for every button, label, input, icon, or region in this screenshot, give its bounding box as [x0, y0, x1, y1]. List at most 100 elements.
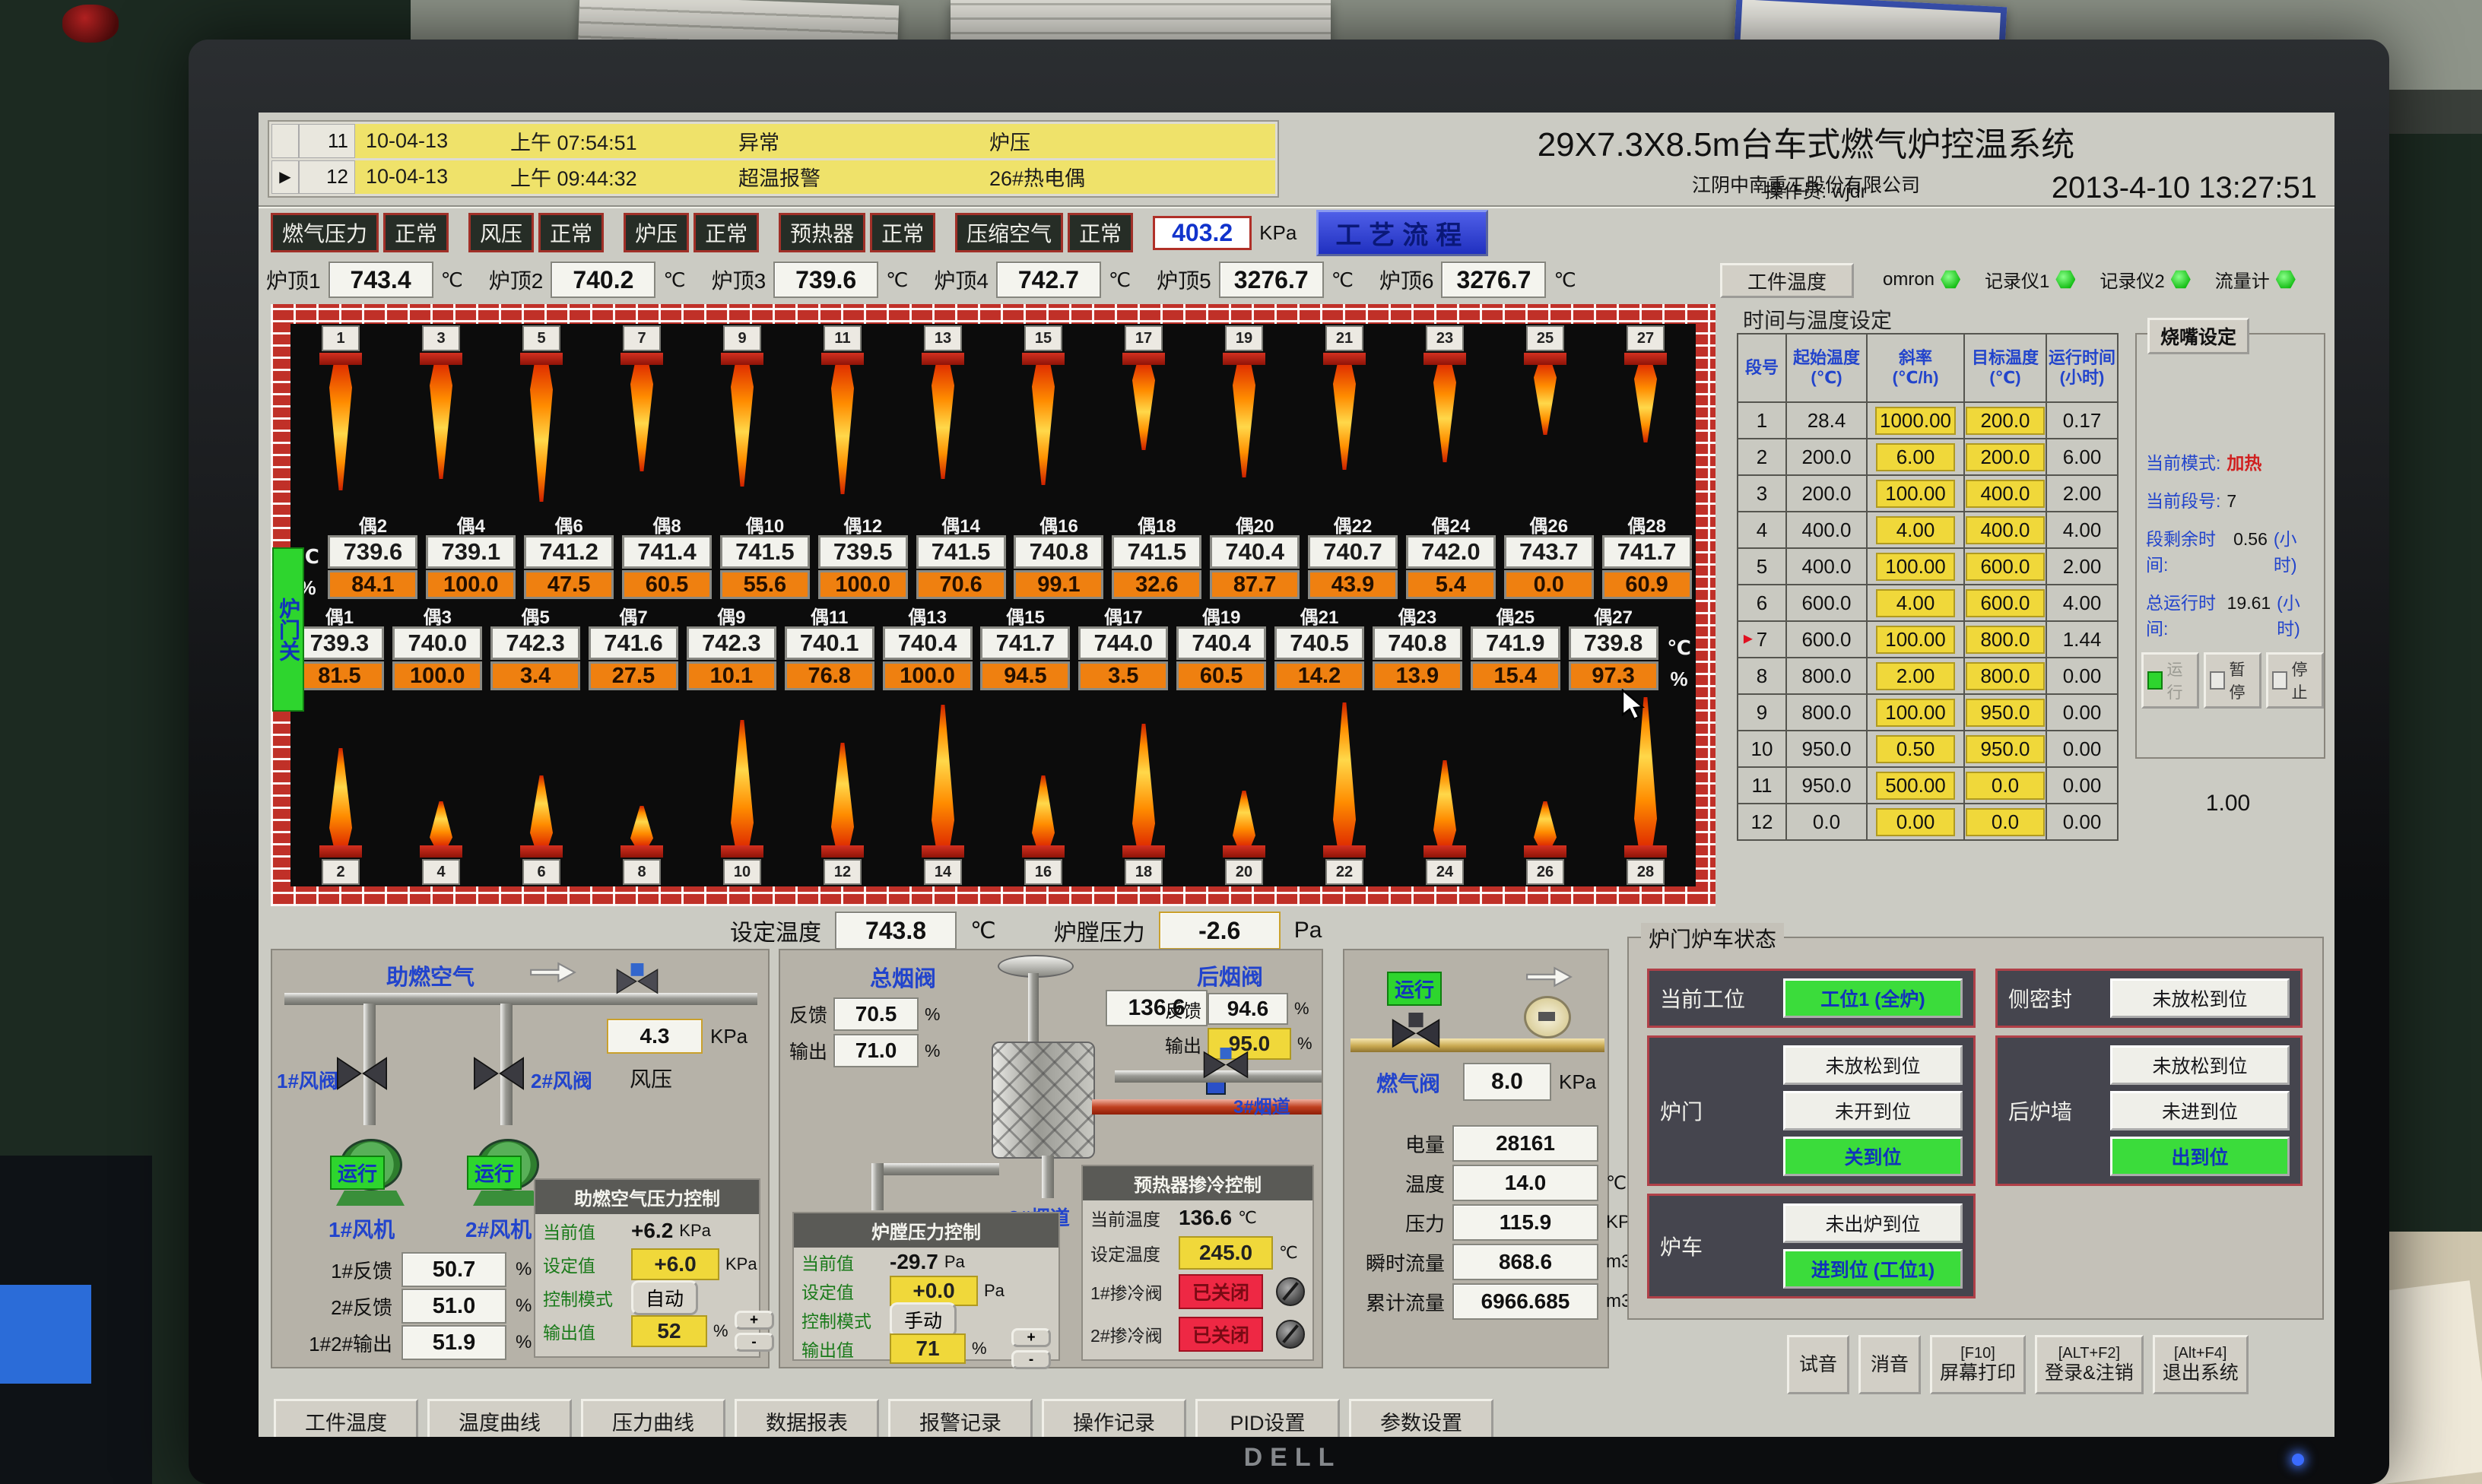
- decrease-button[interactable]: -: [1011, 1350, 1051, 1369]
- burner-stop-button[interactable]: 停止: [2266, 652, 2324, 709]
- schedule-slope-cell: 100.00: [1867, 621, 1964, 658]
- slope-value[interactable]: 4.00: [1876, 589, 1955, 617]
- nav-button[interactable]: 参数设置: [1349, 1399, 1493, 1437]
- burner-run-button[interactable]: 运行: [2141, 652, 2199, 709]
- alarm-row[interactable]: 1110-04-13上午 07:54:51异常炉压: [271, 124, 1275, 158]
- slope-value[interactable]: 100.00: [1876, 553, 1955, 581]
- roof-temp-value: 3276.7: [1219, 262, 1324, 298]
- sound-button[interactable]: 消音: [1858, 1335, 1921, 1394]
- slope-value[interactable]: 2.00: [1876, 662, 1955, 690]
- target-value[interactable]: 200.0: [1966, 443, 2045, 471]
- main-flue-output: 输出 71.0 %: [789, 1034, 940, 1067]
- slope-value[interactable]: 100.00: [1876, 699, 1955, 727]
- workpiece-temp-button[interactable]: 工件温度: [1720, 263, 1854, 298]
- slope-value[interactable]: 6.00: [1876, 443, 1955, 471]
- thermocouple: 偶21740.514.2: [1271, 604, 1369, 695]
- thermocouple-percent: 10.1: [687, 661, 776, 690]
- target-value[interactable]: 950.0: [1966, 735, 2045, 763]
- burner-nozzle-icon: [1624, 353, 1667, 365]
- target-value[interactable]: 400.0: [1966, 480, 2045, 508]
- target-value[interactable]: 800.0: [1966, 662, 2045, 690]
- schedule-row[interactable]: 11950.0500.000.00.00: [1738, 767, 2118, 804]
- sound-button[interactable]: [F10]屏幕打印: [1930, 1335, 2026, 1394]
- schedule-row[interactable]: 3200.0100.00400.02.00: [1738, 475, 2118, 512]
- flame-icon: [1333, 365, 1356, 470]
- valve-knob-icon[interactable]: [1276, 1277, 1305, 1306]
- burner-settings-button[interactable]: 烧嘴设定: [2147, 318, 2249, 354]
- sound-button[interactable]: [Alt+F4]退出系统: [2153, 1335, 2249, 1394]
- nav-button[interactable]: 操作记录: [1042, 1399, 1186, 1437]
- schedule-row[interactable]: 120.00.000.00.00: [1738, 804, 2118, 840]
- valve-knob-icon[interactable]: [1276, 1320, 1305, 1349]
- roof-temp: 炉顶3739.6℃: [712, 262, 909, 298]
- thermocouple-label: 偶23: [1398, 604, 1437, 626]
- mode-button[interactable]: 手动: [890, 1302, 957, 1337]
- flame-icon: [329, 748, 352, 845]
- nav-button[interactable]: PID设置: [1195, 1399, 1340, 1437]
- thermocouple-label: 偶5: [521, 604, 549, 626]
- burner-top: 15: [993, 324, 1093, 512]
- status-dot-icon: [2276, 270, 2296, 290]
- thermocouple-label: 偶16: [1039, 512, 1078, 535]
- set-value[interactable]: +0.0: [890, 1276, 978, 1306]
- gas-pipe: [1350, 1038, 1604, 1052]
- schedule-slope-cell: 4.00: [1867, 585, 1964, 621]
- alarm-row[interactable]: ▶1210-04-13上午 09:44:32超温报警26#热电偶: [271, 160, 1275, 195]
- slope-value[interactable]: 4.00: [1876, 516, 1955, 544]
- schedule-row[interactable]: 10950.00.50950.00.00: [1738, 731, 2118, 767]
- slope-value[interactable]: 0.00: [1876, 808, 1955, 836]
- schedule-row[interactable]: 2200.06.00200.06.00: [1738, 439, 2118, 475]
- schedule-row[interactable]: 9800.0100.00950.00.00: [1738, 694, 2118, 731]
- schedule-row[interactable]: 4400.04.00400.04.00: [1738, 512, 2118, 548]
- device-indicator-label: 流量计: [2215, 266, 2270, 293]
- burner-top: 19: [1194, 324, 1294, 512]
- nav-button[interactable]: 温度曲线: [427, 1399, 572, 1437]
- target-value[interactable]: 400.0: [1966, 516, 2045, 544]
- mode-button[interactable]: 自动: [631, 1280, 698, 1315]
- status-button: 未放松到位: [2110, 978, 2290, 1018]
- burner-nozzle-icon: [420, 353, 462, 365]
- burner-pause-button[interactable]: 暂停: [2204, 652, 2261, 709]
- slope-value[interactable]: 100.00: [1876, 626, 1955, 654]
- fan2-label: 2#风机: [465, 1213, 532, 1244]
- sound-button[interactable]: 试音: [1787, 1335, 1849, 1394]
- schedule-row[interactable]: 8800.02.00800.00.00: [1738, 658, 2118, 694]
- slope-value[interactable]: 0.50: [1876, 735, 1955, 763]
- target-value[interactable]: 0.0: [1966, 808, 2045, 836]
- set-value[interactable]: +6.0: [631, 1248, 719, 1280]
- target-value[interactable]: 600.0: [1966, 553, 2045, 581]
- schedule-row[interactable]: 128.41000.00200.00.17: [1738, 402, 2118, 439]
- schedule-row[interactable]: 5400.0100.00600.02.00: [1738, 548, 2118, 585]
- schedule-time-cell: 2.00: [2046, 548, 2118, 585]
- fan1-label: 1#风机: [328, 1213, 395, 1244]
- status-dot-icon: [2055, 270, 2075, 290]
- roof-temp-unit: ℃: [441, 268, 463, 292]
- slope-value[interactable]: 500.00: [1876, 772, 1955, 800]
- nav-button[interactable]: 压力曲线: [581, 1399, 725, 1437]
- slope-value[interactable]: 1000.00: [1875, 407, 1956, 435]
- set-value[interactable]: 245.0: [1179, 1236, 1273, 1270]
- nav-button[interactable]: 数据报表: [735, 1399, 879, 1437]
- schedule-row[interactable]: 6600.04.00600.04.00: [1738, 585, 2118, 621]
- target-value[interactable]: 200.0: [1966, 407, 2045, 435]
- process-flow-button[interactable]: 工艺流程: [1316, 210, 1488, 256]
- target-value[interactable]: 800.0: [1966, 626, 2045, 654]
- slope-value[interactable]: 100.00: [1876, 480, 1955, 508]
- gas-pressure-unit: KPa: [1559, 1070, 1596, 1094]
- schedule-slope-cell: 6.00: [1867, 439, 1964, 475]
- burner-nozzle-icon: [821, 353, 864, 365]
- decrease-button[interactable]: -: [735, 1333, 774, 1352]
- thermocouple-temp: 739.6: [328, 535, 417, 569]
- sound-button[interactable]: [ALT+F2]登录&注销: [2035, 1335, 2144, 1394]
- schedule-row[interactable]: ►7600.0100.00800.01.44: [1738, 621, 2118, 658]
- target-value[interactable]: 600.0: [1966, 589, 2045, 617]
- nav-button[interactable]: 工件温度: [274, 1399, 418, 1437]
- status-button: 进到位 (工位1): [1783, 1249, 1963, 1289]
- nav-button[interactable]: 报警记录: [888, 1399, 1033, 1437]
- increase-button[interactable]: +: [1011, 1328, 1051, 1347]
- increase-button[interactable]: +: [735, 1311, 774, 1330]
- schedule-target-cell: 600.0: [1964, 548, 2046, 585]
- target-value[interactable]: 0.0: [1966, 772, 2045, 800]
- thermocouple: 偶9742.310.1: [682, 604, 780, 695]
- target-value[interactable]: 950.0: [1966, 699, 2045, 727]
